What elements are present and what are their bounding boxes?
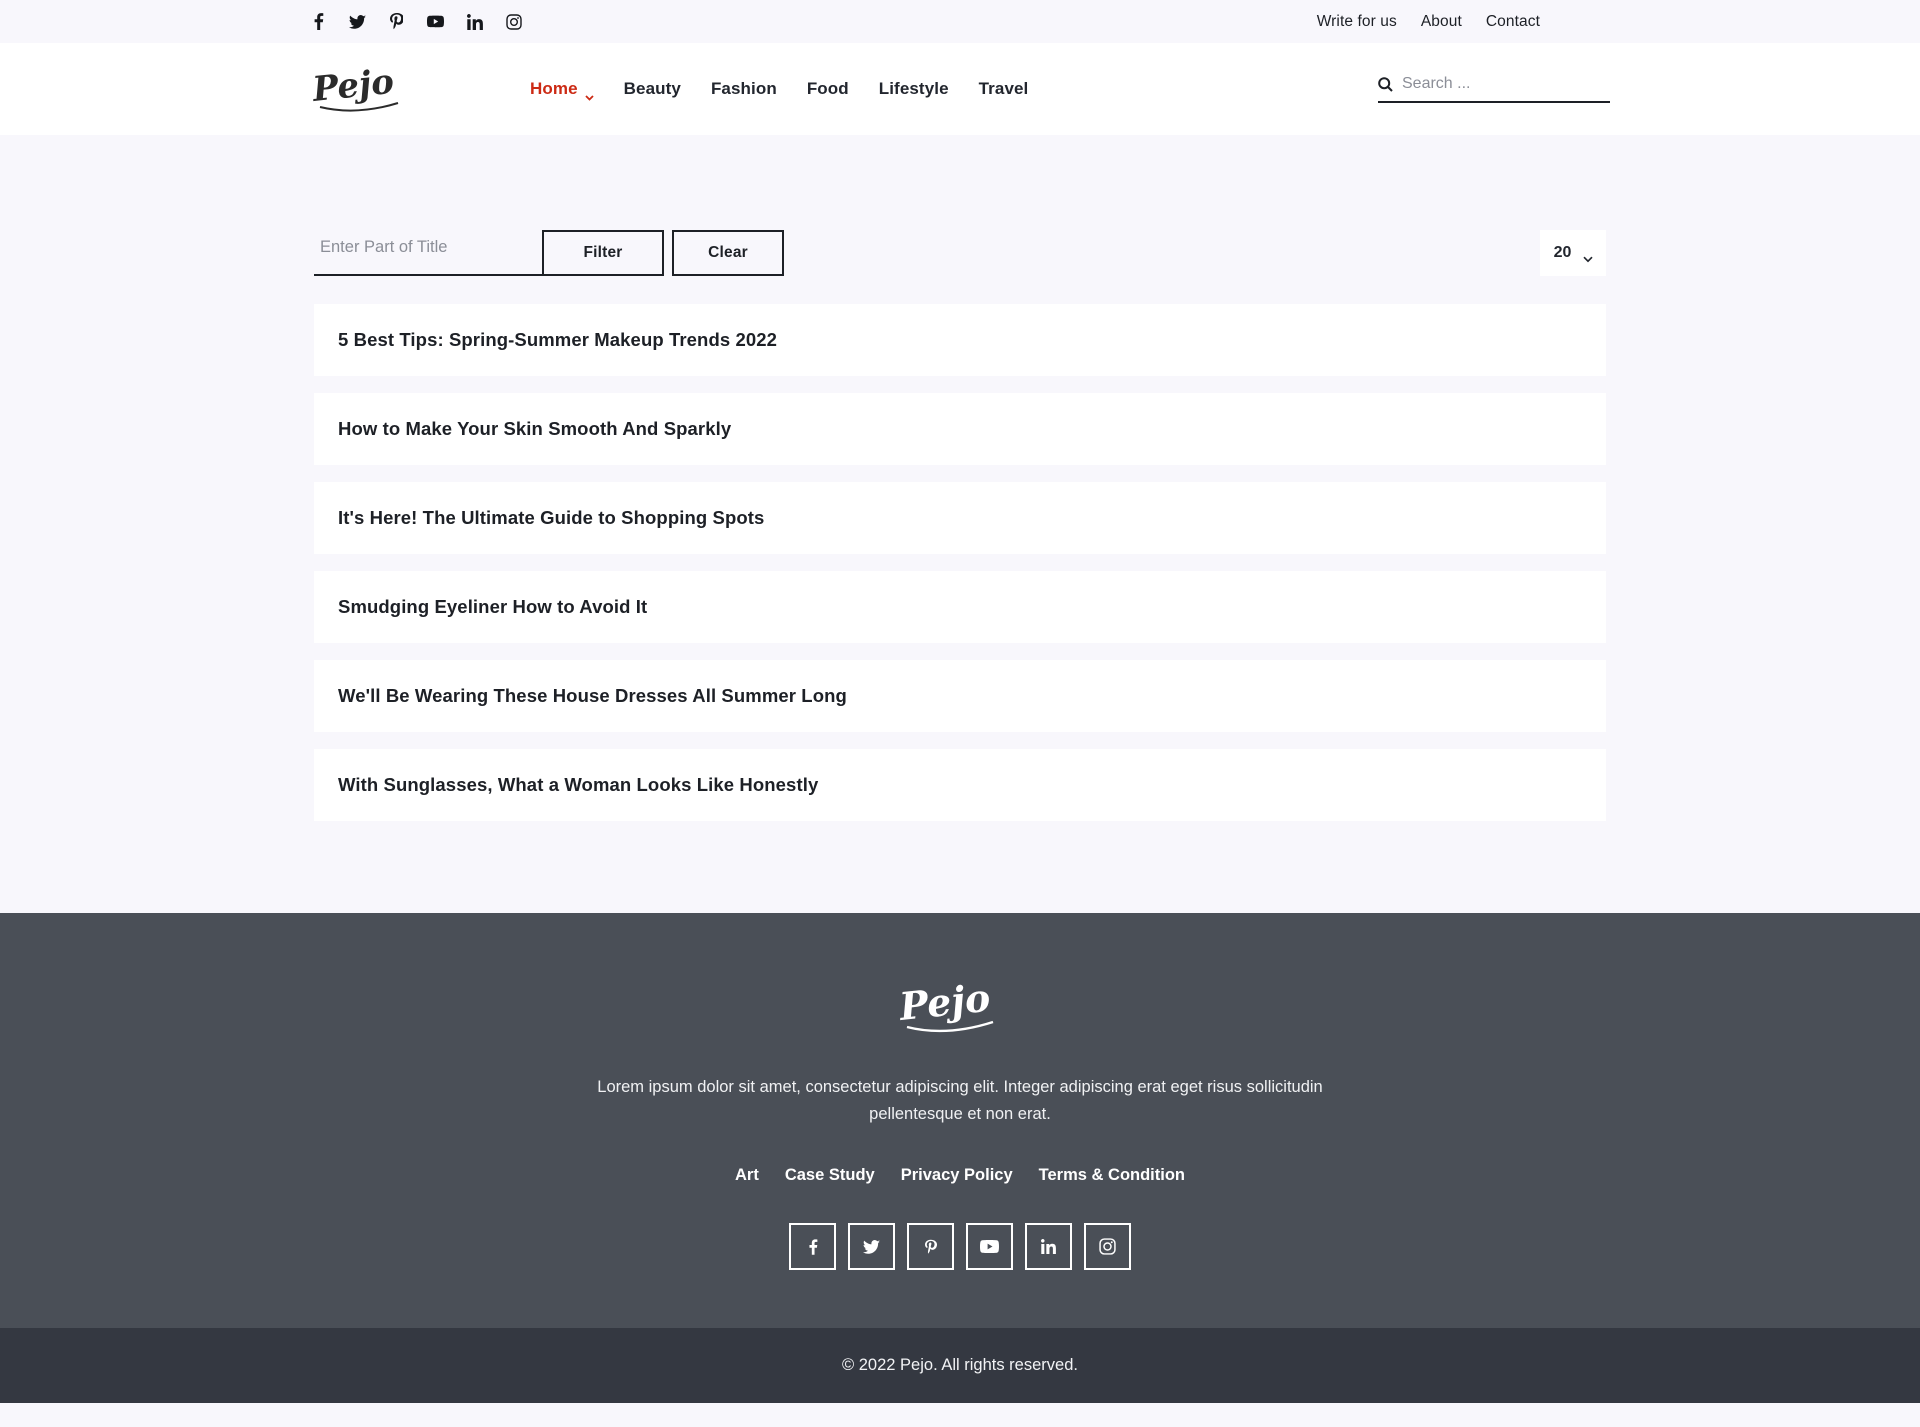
nav-item-travel[interactable]: Travel (979, 79, 1029, 99)
facebook-icon[interactable] (789, 1223, 836, 1271)
nav-item-home-label: Home (530, 79, 578, 98)
article-title-link[interactable]: Smudging Eyeliner How to Avoid It (338, 596, 647, 618)
topbar-link-about[interactable]: About (1421, 13, 1462, 31)
footer-link-privacy-policy[interactable]: Privacy Policy (901, 1166, 1013, 1185)
pinterest-icon[interactable] (907, 1223, 954, 1271)
article-list-item[interactable]: It's Here! The Ultimate Guide to Shoppin… (314, 482, 1606, 554)
linkedin-icon[interactable] (1025, 1223, 1072, 1271)
copyright-bar: © 2022 Pejo. All rights reserved. (0, 1328, 1920, 1404)
article-list-item[interactable]: How to Make Your Skin Smooth And Sparkly (314, 393, 1606, 465)
article-title-link[interactable]: 5 Best Tips: Spring-Summer Makeup Trends… (338, 329, 777, 351)
instagram-icon[interactable] (505, 13, 522, 30)
nav-item-home[interactable]: Home (530, 79, 594, 101)
svg-text:Pejo: Pejo (896, 978, 992, 1029)
twitter-icon[interactable] (349, 13, 366, 30)
main-content: Filter Clear 20 5 Best Tips: Spring-Summ… (0, 135, 1920, 913)
facebook-icon[interactable] (310, 13, 327, 30)
article-title-link[interactable]: It's Here! The Ultimate Guide to Shoppin… (338, 507, 764, 529)
topbar-social-list (310, 13, 522, 30)
list-toolbar: Filter Clear 20 (314, 230, 1606, 276)
site-header: Pejo Home Beauty Fashion Food Lifestyle … (0, 43, 1920, 135)
footer-social-list (0, 1223, 1920, 1271)
article-list-item[interactable]: Smudging Eyeliner How to Avoid It (314, 571, 1606, 643)
chevron-down-icon (585, 86, 594, 101)
header-search[interactable] (1378, 75, 1610, 103)
svg-text:Pejo: Pejo (310, 63, 396, 110)
footer-link-case-study[interactable]: Case Study (785, 1166, 875, 1185)
article-list-item[interactable]: 5 Best Tips: Spring-Summer Makeup Trends… (314, 304, 1606, 376)
chevron-down-icon (1583, 250, 1593, 263)
topbar-links: Write for us About Contact (1317, 13, 1540, 31)
nav-item-lifestyle[interactable]: Lifestyle (879, 79, 949, 99)
instagram-icon[interactable] (1084, 1223, 1131, 1271)
search-icon (1378, 76, 1393, 92)
pinterest-icon[interactable] (388, 13, 405, 30)
article-list-item[interactable]: We'll Be Wearing These House Dresses All… (314, 660, 1606, 732)
content-container: Filter Clear 20 5 Best Tips: Spring-Summ… (314, 230, 1606, 821)
nav-item-food[interactable]: Food (807, 79, 849, 99)
footer-links: Art Case Study Privacy Policy Terms & Co… (0, 1166, 1920, 1185)
article-title-link[interactable]: We'll Be Wearing These House Dresses All… (338, 685, 847, 707)
site-logo[interactable]: Pejo (310, 63, 430, 114)
twitter-icon[interactable] (848, 1223, 895, 1271)
copyright-text: © 2022 Pejo. All rights reserved. (842, 1356, 1078, 1375)
footer-logo[interactable]: Pejo (0, 975, 1920, 1041)
topbar-link-write-for-us[interactable]: Write for us (1317, 13, 1397, 31)
article-title-link[interactable]: How to Make Your Skin Smooth And Sparkly (338, 418, 731, 440)
title-filter-input[interactable] (314, 230, 542, 276)
youtube-icon[interactable] (427, 13, 444, 30)
footer-description: Lorem ipsum dolor sit amet, consectetur … (597, 1078, 1323, 1124)
nav-item-fashion[interactable]: Fashion (711, 79, 777, 99)
list-limit-value: 20 (1553, 244, 1572, 261)
filter-button[interactable]: Filter (542, 230, 664, 276)
youtube-icon[interactable] (966, 1223, 1013, 1271)
footer-link-terms-condition[interactable]: Terms & Condition (1039, 1166, 1185, 1185)
footer-link-art[interactable]: Art (735, 1166, 759, 1185)
article-list-item[interactable]: With Sunglasses, What a Woman Looks Like… (314, 749, 1606, 821)
nav-item-beauty[interactable]: Beauty (624, 79, 681, 99)
list-limit-select[interactable]: 20 (1540, 230, 1606, 276)
clear-button[interactable]: Clear (672, 230, 784, 276)
topbar: Write for us About Contact (0, 0, 1920, 43)
linkedin-icon[interactable] (466, 13, 483, 30)
topbar-link-contact[interactable]: Contact (1486, 13, 1540, 31)
site-footer: Pejo Lorem ipsum dolor sit amet, consect… (0, 913, 1920, 1329)
main-navigation: Home Beauty Fashion Food Lifestyle Trave… (530, 79, 1029, 101)
article-title-link[interactable]: With Sunglasses, What a Woman Looks Like… (338, 774, 818, 796)
search-input[interactable] (1402, 75, 1610, 93)
